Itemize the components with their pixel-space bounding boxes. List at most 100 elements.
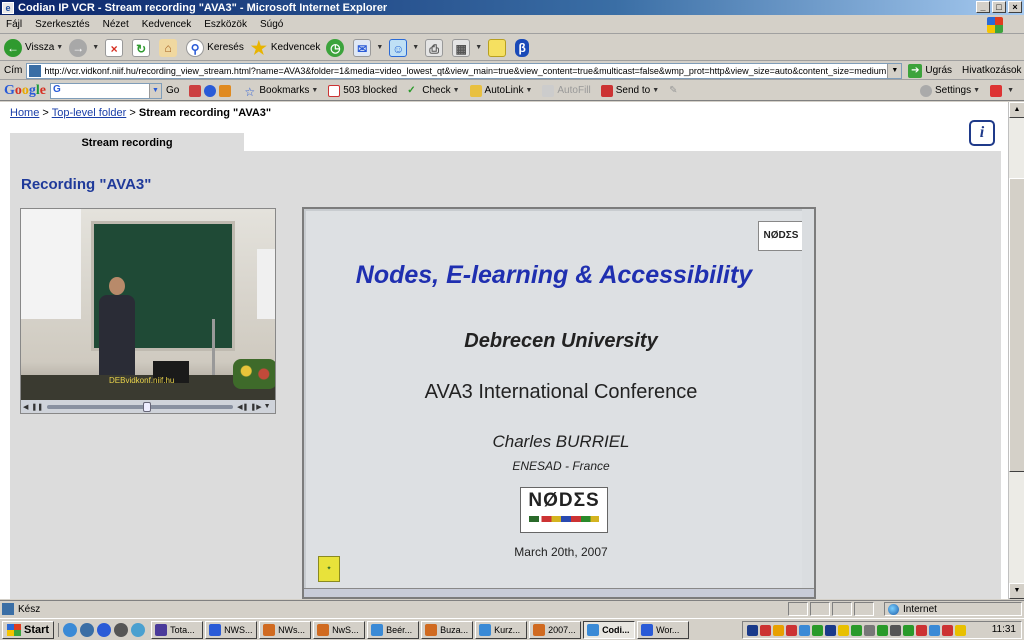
quick-launch-desktop-icon[interactable]	[80, 622, 95, 637]
favorites-button[interactable]: ★ Kedvencek	[250, 39, 321, 57]
google-search-input[interactable]: G ▼	[50, 82, 162, 99]
search-button[interactable]: ⚲ Keresés	[186, 38, 244, 57]
go-button[interactable]: ➔ Ugrás	[908, 63, 952, 78]
info-icon[interactable]: i	[969, 120, 995, 146]
pause-icon[interactable]: ❚❚	[31, 403, 43, 411]
google-go-button[interactable]: Go	[166, 85, 179, 96]
maximize-button[interactable]: □	[992, 1, 1006, 13]
quick-launch-browser-icon[interactable]	[97, 622, 112, 637]
taskbar-item[interactable]: Tota...	[151, 620, 204, 639]
tray-icon[interactable]	[929, 624, 940, 636]
scroll-up-button[interactable]: ▲	[1009, 102, 1024, 118]
ie-app-icon: e	[2, 1, 14, 14]
scroll-thumb[interactable]	[1009, 178, 1024, 472]
video-player[interactable]: DEBvidkonf.niif.hu ◀ ❚❚ ◀❚ ❚▶ ▼	[20, 208, 276, 414]
menu-edit[interactable]: Szerkesztés	[35, 19, 89, 30]
stop-button[interactable]: ×	[105, 38, 126, 57]
edit-dropdown-icon[interactable]: ▼	[475, 44, 482, 51]
taskbar-item[interactable]: NWS...	[205, 620, 258, 639]
taskbar-item[interactable]: Beér...	[367, 620, 420, 639]
tray-icon[interactable]	[890, 624, 901, 636]
sendto-button[interactable]: Send to ▼	[600, 84, 659, 97]
popup-blocked-button[interactable]: 503 blocked	[328, 84, 397, 97]
taskbar-item-active[interactable]: Codi...	[583, 620, 636, 639]
tray-icon[interactable]	[916, 624, 927, 636]
menu-help[interactable]: Súgó	[260, 19, 283, 30]
forward-icon[interactable]: ❚▶	[250, 403, 261, 411]
autofill-button[interactable]: AutoFill	[542, 84, 591, 97]
rewind-icon[interactable]: ◀❚	[237, 403, 248, 411]
video-frame[interactable]: DEBvidkonf.niif.hu	[21, 209, 275, 400]
translate-button[interactable]: ▼	[990, 84, 1014, 97]
history-icon: ◷	[326, 38, 345, 57]
taskbar-item[interactable]: NWs...	[259, 620, 312, 639]
edit-button[interactable]: ▦ ▼	[452, 38, 482, 57]
tray-icon[interactable]	[955, 624, 966, 636]
tray-icon[interactable]	[825, 624, 836, 636]
vertical-scrollbar[interactable]: ▲ ▼	[1008, 102, 1024, 599]
breadcrumb-home-link[interactable]: Home	[10, 107, 39, 119]
player-menu-icon[interactable]: ▼	[264, 403, 271, 410]
mail-dropdown-icon[interactable]: ▼	[376, 44, 383, 51]
address-dropdown-icon[interactable]: ▼	[887, 63, 902, 78]
refresh-button[interactable]: ↻	[132, 38, 153, 57]
menu-tools[interactable]: Eszközök	[204, 19, 247, 30]
taskbar-item[interactable]: NwS...	[313, 620, 366, 639]
links-button[interactable]: Hivatkozások	[962, 65, 1021, 76]
tab-stream-recording[interactable]: Stream recording	[10, 133, 244, 153]
spellcheck-button[interactable]: ✓ Check ▼	[407, 85, 459, 97]
presentation-slide[interactable]: NØDΣS Nodes, E-learning & Accessibility …	[302, 207, 816, 599]
tray-icon[interactable]	[864, 624, 875, 636]
menu-favorites[interactable]: Kedvencek	[142, 19, 191, 30]
tray-icon[interactable]	[747, 624, 758, 636]
taskbar-item[interactable]: Wor...	[637, 620, 690, 639]
pencil-button[interactable]: ✎	[669, 85, 684, 97]
address-input[interactable]: http://vcr.vidkonf.niif.hu/recording_vie…	[26, 62, 903, 79]
tray-icon[interactable]	[851, 624, 862, 636]
menu-file[interactable]: Fájl	[6, 19, 22, 30]
scroll-down-button[interactable]: ▼	[1009, 583, 1024, 599]
google-extra-buttons[interactable]	[189, 84, 234, 97]
volume-icon[interactable]: ◀	[23, 403, 28, 411]
google-search-dropdown-icon[interactable]: ▼	[149, 83, 161, 98]
mail-button[interactable]: ✉ ▼	[353, 38, 383, 57]
forward-button[interactable]: → ▼	[69, 38, 99, 57]
messenger-button[interactable]: ☺ ▼	[389, 38, 419, 57]
google-logo[interactable]: Google	[4, 83, 46, 99]
start-button[interactable]: Start	[2, 620, 55, 639]
tray-icon[interactable]	[838, 624, 849, 636]
print-button[interactable]: ⎙	[425, 38, 446, 57]
bluetooth-button[interactable]: β	[515, 38, 532, 57]
notes-button[interactable]	[488, 38, 509, 57]
tray-icon[interactable]	[760, 624, 771, 636]
minimize-button[interactable]: _	[976, 1, 990, 13]
back-dropdown-icon[interactable]: ▼	[56, 44, 63, 51]
settings-button[interactable]: Settings ▼	[919, 84, 980, 97]
tray-icon[interactable]	[799, 624, 810, 636]
messenger-dropdown-icon[interactable]: ▼	[412, 44, 419, 51]
taskbar-item[interactable]: Kurz...	[475, 620, 528, 639]
quick-launch-ie-icon[interactable]	[63, 622, 78, 637]
home-button[interactable]: ⌂	[159, 38, 180, 57]
back-button[interactable]: ← Vissza ▼	[4, 38, 63, 57]
tray-icon[interactable]	[773, 624, 784, 636]
history-button[interactable]: ◷	[326, 38, 347, 57]
breadcrumb-current: Stream recording "AVA3"	[138, 107, 272, 119]
quick-launch-messenger-icon[interactable]	[131, 622, 146, 637]
seek-bar[interactable]	[47, 401, 234, 412]
autolink-button[interactable]: AutoLink ▼	[469, 84, 532, 97]
tray-icon[interactable]	[877, 624, 888, 636]
menu-view[interactable]: Nézet	[103, 19, 129, 30]
tray-icon[interactable]	[786, 624, 797, 636]
bookmarks-button[interactable]: ☆ Bookmarks ▼	[244, 85, 318, 99]
breadcrumb-folder-link[interactable]: Top-level folder	[52, 107, 127, 119]
seek-handle[interactable]	[143, 401, 152, 412]
tray-icon[interactable]	[942, 624, 953, 636]
tray-icon[interactable]	[903, 624, 914, 636]
forward-dropdown-icon[interactable]: ▼	[92, 44, 99, 51]
tray-icon[interactable]	[812, 624, 823, 636]
taskbar-item[interactable]: 2007...	[529, 620, 582, 639]
quick-launch-media-icon[interactable]	[114, 622, 129, 637]
taskbar-item[interactable]: Buza...	[421, 620, 474, 639]
close-button[interactable]: ×	[1008, 1, 1022, 13]
